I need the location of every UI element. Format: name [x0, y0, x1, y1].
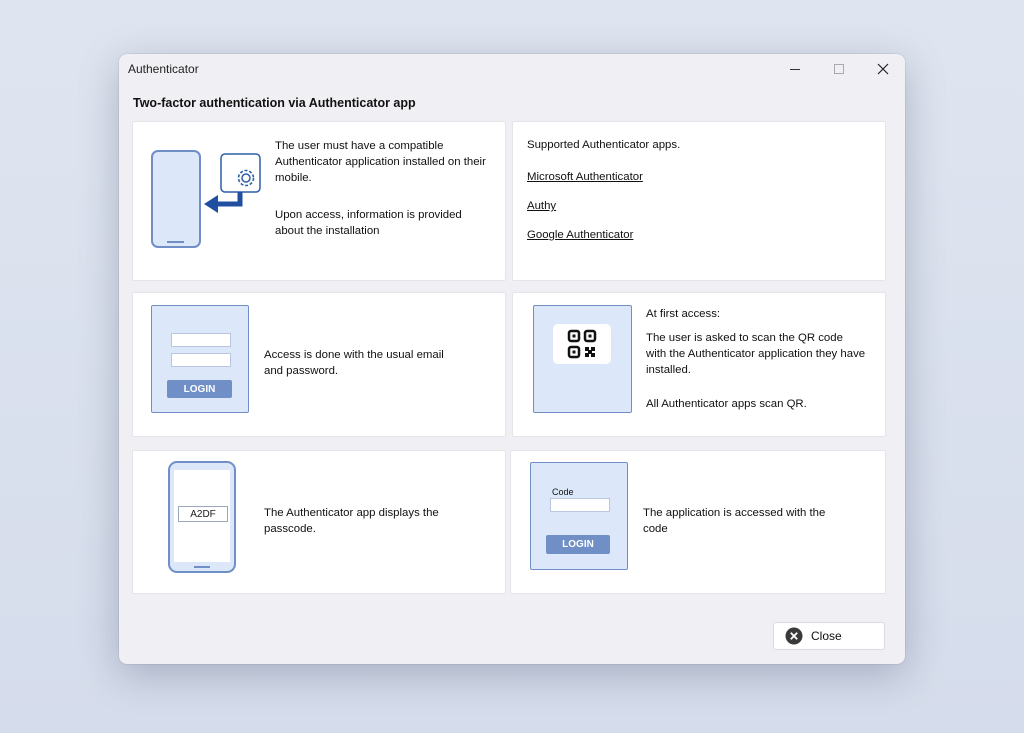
passcode-display: A2DF [178, 506, 228, 522]
gear-icon [237, 169, 255, 187]
authenticator-window: Authenticator Two-factor authentication … [119, 54, 905, 664]
link-google-authenticator[interactable]: Google Authenticator [527, 229, 633, 241]
maximize-icon [834, 64, 844, 74]
phone-install-illustration [151, 150, 261, 248]
supported-apps-title: Supported Authenticator apps. [527, 139, 681, 151]
install-description: The user must have a compatible Authenti… [275, 140, 486, 184]
link-authy[interactable]: Authy [527, 200, 556, 212]
qr-illustration [533, 305, 632, 413]
arrow-left-icon [204, 192, 243, 213]
qr-description: The user is asked to scan the QR code wi… [646, 332, 866, 376]
passcode-description: The Authenticator app displays the passc… [264, 507, 439, 535]
login-illustration: LOGIN [151, 305, 249, 413]
phone-icon [151, 150, 201, 248]
code-login-illustration: Code LOGIN [530, 462, 628, 570]
supported-apps-card: Supported Authenticator apps. Microsoft … [512, 121, 886, 281]
link-microsoft-authenticator[interactable]: Microsoft Authenticator [527, 171, 643, 183]
qr-code-icon [567, 329, 597, 359]
qr-title: At first access: [646, 308, 721, 320]
code-field-label: Code [552, 487, 574, 497]
code-login-button-illustration: LOGIN [546, 535, 610, 554]
page-title: Two-factor authentication via Authentica… [133, 96, 416, 110]
close-button-label: Close [811, 629, 842, 643]
minimize-button[interactable] [773, 54, 817, 84]
minimize-icon [790, 69, 800, 70]
window-title: Authenticator [128, 62, 199, 76]
code-field-illustration [550, 498, 610, 512]
passcode-card: A2DF The Authenticator app displays the … [132, 450, 506, 594]
close-window-button[interactable] [861, 54, 905, 84]
login-description: Access is done with the usual email and … [264, 349, 444, 377]
title-bar: Authenticator [119, 54, 905, 84]
close-icon [877, 63, 889, 75]
maximize-button[interactable] [817, 54, 861, 84]
close-circle-icon [785, 627, 803, 645]
login-card: LOGIN Access is done with the usual emai… [132, 292, 506, 437]
install-card: The user must have a compatible Authenti… [132, 121, 506, 281]
close-button[interactable]: Close [773, 622, 885, 650]
qr-note: All Authenticator apps scan QR. [646, 398, 807, 410]
qr-card: At first access: The user is asked to sc… [512, 292, 886, 437]
code-login-description: The application is accessed with the cod… [643, 507, 826, 535]
password-field-illustration [171, 353, 231, 367]
install-info: Upon access, information is provided abo… [275, 209, 462, 237]
email-field-illustration [171, 333, 231, 347]
login-button-illustration: LOGIN [167, 380, 232, 398]
code-login-card: Code LOGIN The application is accessed w… [510, 450, 886, 594]
